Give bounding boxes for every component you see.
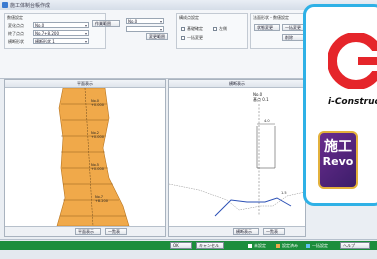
brand-name: i-Construction	[328, 97, 377, 107]
cross-section-canvas[interactable]: No.0 基点 0.1 4.0 1.5	[169, 88, 305, 226]
section-base-label: 基点 0.1	[253, 96, 269, 102]
legend-set-swatch	[276, 244, 280, 248]
revo-badge: 施工 Revo	[318, 131, 358, 189]
legend-bulk-swatch	[306, 244, 310, 248]
ground-line	[169, 183, 305, 211]
legend-unset-swatch	[248, 244, 252, 248]
cross-shape-label: 横断形状	[8, 39, 24, 44]
legend-set-label: 設定済み	[282, 243, 298, 248]
help-button[interactable]: ヘルプ	[340, 242, 370, 249]
action-bar: OK キャンセル 未設定 設定済み 一括設定 ヘルプ	[0, 241, 377, 250]
cross-section-pane: 横断表示 No.0 基点 0.1 4.0 1.5 横断表示 一覧表	[168, 79, 306, 237]
work-range-button[interactable]: 作業範囲	[92, 20, 120, 27]
cross-section-button[interactable]: 横断表示	[233, 228, 259, 235]
cancel-button[interactable]: キャンセル	[196, 242, 224, 249]
app-icon	[2, 2, 8, 8]
alignment-shape	[56, 88, 130, 226]
legend-unset-label: 未設定	[254, 243, 266, 248]
design-line	[214, 197, 292, 217]
revo-badge-line2: Revo	[322, 155, 354, 168]
ok-button[interactable]: OK	[170, 242, 192, 249]
station-label-sub: +0.000	[91, 167, 104, 171]
left-side-checkbox[interactable]	[213, 27, 217, 31]
window-title: 施工体制台帳作成	[10, 3, 51, 9]
base-confirm-label: 基礎確定	[187, 26, 203, 31]
cross-shape-combo[interactable]: 横断形状 1	[33, 38, 89, 44]
i-construction-logo	[328, 33, 377, 89]
group-label-3: 法面形状・数値設定	[253, 15, 289, 20]
change-point-combo[interactable]: No.0	[33, 22, 89, 28]
section-list-button[interactable]: 一覧表	[263, 228, 285, 235]
bulk-change-label: 一括変更	[187, 35, 203, 40]
end-point-combo[interactable]: No.7+8.200	[33, 30, 89, 36]
plan-view-title: 平面表示	[5, 80, 165, 88]
bulk-change-checkbox[interactable]	[181, 36, 185, 40]
station-combo-2[interactable]	[126, 26, 164, 32]
state-change-button[interactable]: 状態変更	[254, 24, 280, 31]
cross-section-title: 横断表示	[169, 80, 305, 88]
group-label: 数値設定	[7, 15, 23, 20]
plan-view-canvas[interactable]: No.0 +0.000 No.2 +0.000 No.5 +0.000 No.7…	[5, 88, 165, 226]
dimension-label: 4.0	[264, 119, 270, 123]
slope-label: 1.5	[281, 191, 287, 195]
brand-card: i-Construction 施工 Revo	[303, 4, 377, 206]
plan-list-button[interactable]: 一覧表	[105, 228, 127, 235]
component-settings-group: 構成点設定 基礎確定 左側 一括変更	[176, 13, 248, 49]
plan-view-button[interactable]: 平面表示	[75, 228, 101, 235]
left-side-label: 左側	[219, 26, 227, 31]
legend-bulk-label: 一括設定	[312, 243, 328, 248]
base-confirm-checkbox[interactable]	[181, 27, 185, 31]
station-combo[interactable]: No.0	[126, 18, 164, 24]
change-point-label: 変化点点	[8, 23, 24, 28]
plan-view-pane: 平面表示 No.0 +0.000 No.2 +0.000 No.5 +0.000…	[4, 79, 166, 237]
group-label-2: 構成点設定	[179, 15, 199, 20]
station-label-sub: +8.200	[95, 199, 108, 203]
revo-badge-line1: 施工	[324, 139, 352, 155]
station-label-sub: +0.000	[91, 135, 104, 139]
structure-outline	[256, 126, 276, 169]
cross-section-footer: 横断表示 一覧表	[169, 226, 305, 236]
numeric-settings-group: 数値設定 変化点点 No.0 終了点点 No.7+8.200 横断形状 横断形状…	[4, 13, 106, 49]
end-point-label: 終了点点	[8, 31, 24, 36]
plan-view-footer: 平面表示 一覧表	[5, 226, 165, 236]
change-range-button[interactable]: 変更範囲	[146, 33, 168, 40]
station-label-sub: +0.000	[91, 103, 104, 107]
